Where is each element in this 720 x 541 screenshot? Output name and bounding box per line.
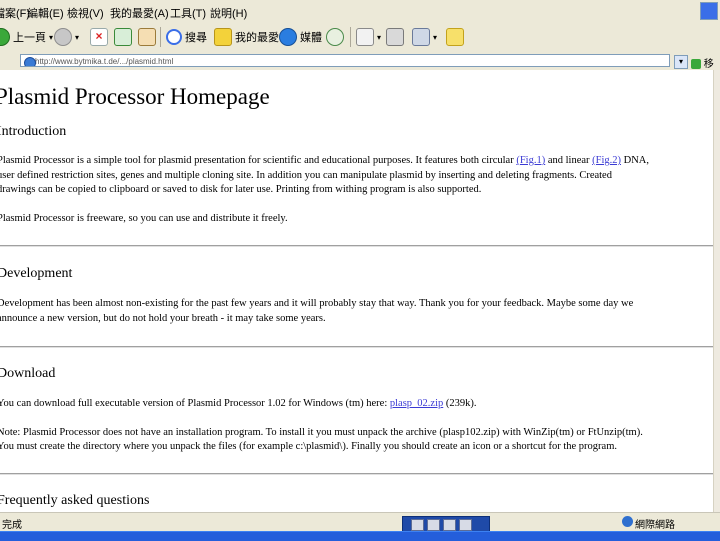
vertical-scrollbar[interactable] [713,70,720,512]
menu-edit[interactable]: 編輯(E) [27,5,64,21]
address-value: http://www.bytmika.t.de/.../plasmid.html [35,57,174,66]
media-icon [279,28,297,46]
chevron-down-icon: ▾ [75,32,80,42]
favorites-star-icon [214,28,232,46]
stop-icon: × [90,28,108,46]
media-button[interactable]: 媒體 [279,26,322,48]
history-button[interactable] [326,26,344,48]
introduction-text: Plasmid Processor is a simple tool for p… [0,155,517,166]
back-arrow-icon [0,28,10,46]
section-divider [0,473,713,475]
address-bar: http://www.bytmika.t.de/.../plasmid.html… [0,53,720,85]
address-input[interactable]: http://www.bytmika.t.de/.../plasmid.html [20,54,670,67]
search-button[interactable]: 搜尋 [166,26,207,48]
print-button[interactable] [386,26,404,48]
media-label: 媒體 [300,32,322,44]
page-title: Plasmid Processor Homepage [0,84,270,109]
development-heading: Development [0,266,73,281]
mail-button[interactable]: ▾ [356,26,381,48]
introduction-heading: Introduction [0,124,67,139]
status-bar: 完成 網際網路 [0,512,720,532]
home-button[interactable] [138,26,156,48]
favorites-button[interactable]: 我的最愛 [214,26,279,48]
menu-help[interactable]: 說明(H) [210,5,247,21]
refresh-button[interactable] [114,26,132,48]
windows-logo-icon [700,2,718,20]
introduction-line-4: Plasmid Processor is freeware, so you ca… [0,213,288,224]
edit-button[interactable]: ▾ [412,26,437,48]
download-heading: Download [0,366,56,381]
faq-heading: Frequently asked questions [0,493,150,508]
introduction-text: DNA, [621,155,650,166]
menu-tools[interactable]: 工具(T) [170,5,206,21]
forward-arrow-icon [54,28,72,46]
internet-zone-icon [622,516,633,527]
menu-view[interactable]: 檢視(V) [67,5,104,21]
back-button[interactable]: 上一頁 ▾ [0,26,53,48]
section-divider [0,245,713,247]
chevron-down-icon: ▾ [433,32,438,42]
fig2-link[interactable]: (Fig.2) [592,155,621,166]
section-divider [0,346,713,348]
introduction-line-2: user defined restriction sites, genes an… [0,170,612,181]
printer-icon [386,28,404,46]
edit-page-icon [412,28,430,46]
address-dropdown[interactable]: ▾ [674,55,688,69]
download-text: You can download full executable version… [0,398,390,409]
input-method-icon [411,519,424,531]
back-label: 上一頁 [13,32,46,44]
download-line-1: You can download full executable version… [0,397,477,411]
introduction-line-1: Plasmid Processor is a simple tool for p… [0,154,649,168]
menu-bar: 檔案(F) 編輯(E) 檢視(V) 我的最愛(A) 工具(T) 說明(H) [0,0,720,23]
menu-favorites[interactable]: 我的最愛(A) [110,5,169,21]
menu-file[interactable]: 檔案(F) [0,5,30,21]
development-line-2: announce a new version, but do not hold … [0,313,326,324]
ime-mode-icon [459,519,472,531]
forward-button[interactable]: ▾ [54,26,79,48]
ime-pad-icon [443,519,456,531]
mail-icon [356,28,374,46]
search-label: 搜尋 [185,32,207,44]
standard-toolbar: 上一頁 ▾ ▾ × 搜尋 我的最愛 媒體 ▾ ▾ [0,22,720,54]
messenger-button[interactable] [446,26,464,48]
download-line-2: Note: Plasmid Processor does not have an… [0,427,643,438]
security-zone-label: 網際網路 [635,520,675,531]
chevron-down-icon: ▾ [377,32,382,42]
stop-button[interactable]: × [90,26,108,48]
page-icon [24,57,36,66]
download-zip-link[interactable]: plasp_02.zip [390,398,443,409]
toolbar-separator [160,27,161,47]
history-icon [326,28,344,46]
note-icon [446,28,464,46]
favorites-label: 我的最愛 [235,32,279,44]
toolbar-separator [350,27,351,47]
status-text: 完成 [2,520,22,531]
introduction-line-3: drawings can be copied to clipboard or s… [0,184,482,195]
download-line-3: You must create the directory where you … [0,441,617,452]
go-arrow-icon [691,59,701,70]
chevron-down-icon: ▾ [678,57,683,66]
fig1-link[interactable]: (Fig.1) [516,155,545,166]
search-icon [166,29,182,45]
keyboard-icon [427,519,440,531]
refresh-icon [114,28,132,46]
download-text: (239k). [443,398,477,409]
introduction-text: and linear [545,155,593,166]
page-content: Plasmid Processor Homepage Introduction … [0,70,713,512]
development-line-1: Development has been almost non-existing… [0,298,634,309]
home-icon [138,28,156,46]
chevron-down-icon: ▾ [49,32,54,42]
